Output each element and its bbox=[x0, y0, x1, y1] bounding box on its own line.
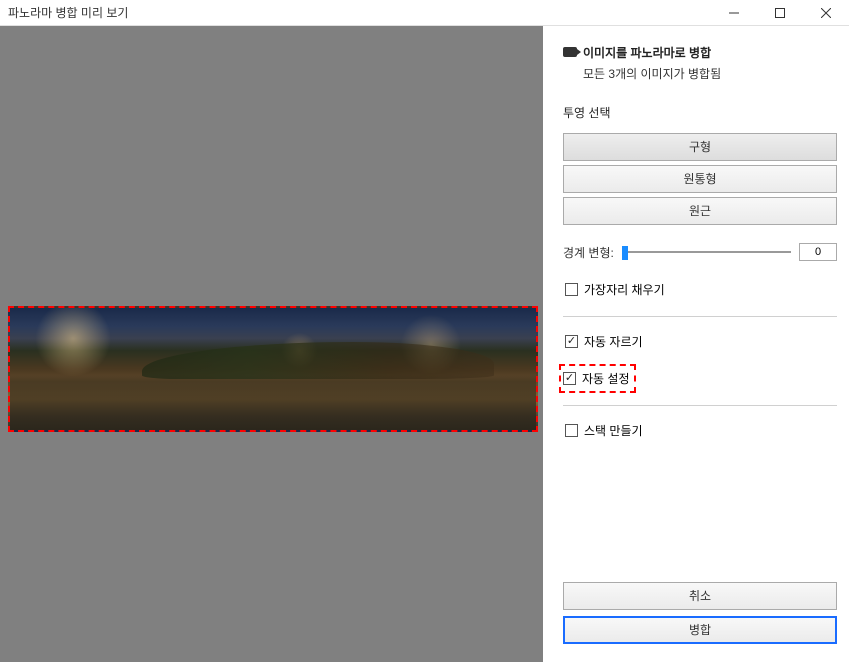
side-panel: 이미지를 파노라마로 병합 모든 3개의 이미지가 병합됨 투영 선택 구형 원… bbox=[543, 26, 849, 662]
projection-buttons: 구형 원통형 원근 bbox=[563, 133, 837, 225]
window-controls bbox=[711, 0, 849, 26]
create-stack-checkbox[interactable] bbox=[565, 424, 578, 437]
auto-settings-checkbox[interactable] bbox=[563, 372, 576, 385]
titlebar: 파노라마 병합 미리 보기 bbox=[0, 0, 849, 26]
divider-2 bbox=[563, 405, 837, 406]
fill-edges-row[interactable]: 가장자리 채우기 bbox=[563, 279, 837, 300]
fill-edges-checkbox[interactable] bbox=[565, 283, 578, 296]
projection-label: 투영 선택 bbox=[563, 104, 837, 121]
projection-perspective-button[interactable]: 원근 bbox=[563, 197, 837, 225]
auto-settings-label: 자동 설정 bbox=[582, 370, 630, 387]
auto-crop-label: 자동 자르기 bbox=[584, 333, 643, 350]
maximize-icon bbox=[775, 8, 785, 18]
panel-header: 이미지를 파노라마로 병합 bbox=[563, 44, 837, 61]
slider-thumb[interactable] bbox=[622, 246, 628, 260]
auto-crop-row[interactable]: 자동 자르기 bbox=[563, 331, 837, 352]
merge-button[interactable]: 병합 bbox=[563, 616, 837, 644]
main-content: 이미지를 파노라마로 병합 모든 3개의 이미지가 병합됨 투영 선택 구형 원… bbox=[0, 26, 849, 662]
window-title: 파노라마 병합 미리 보기 bbox=[8, 4, 128, 21]
auto-crop-checkbox[interactable] bbox=[565, 335, 578, 348]
boundary-warp-label: 경계 변형: bbox=[563, 244, 614, 261]
boundary-warp-row: 경계 변형: 0 bbox=[563, 243, 837, 261]
create-stack-row[interactable]: 스택 만들기 bbox=[563, 420, 837, 441]
preview-area bbox=[0, 26, 543, 662]
boundary-warp-value[interactable]: 0 bbox=[799, 243, 837, 261]
projection-spherical-button[interactable]: 구형 bbox=[563, 133, 837, 161]
panorama-preview-image bbox=[8, 306, 538, 432]
divider bbox=[563, 316, 837, 317]
create-stack-label: 스택 만들기 bbox=[584, 422, 643, 439]
panel-subtitle: 모든 3개의 이미지가 병합됨 bbox=[583, 65, 837, 82]
boundary-warp-slider[interactable] bbox=[622, 251, 791, 253]
close-icon bbox=[821, 8, 831, 18]
cancel-button[interactable]: 취소 bbox=[563, 582, 837, 610]
auto-settings-row[interactable]: 자동 설정 bbox=[559, 364, 636, 393]
maximize-button[interactable] bbox=[757, 0, 803, 26]
fill-edges-label: 가장자리 채우기 bbox=[584, 281, 665, 298]
close-button[interactable] bbox=[803, 0, 849, 26]
minimize-icon bbox=[729, 8, 739, 18]
projection-cylindrical-button[interactable]: 원통형 bbox=[563, 165, 837, 193]
panorama-icon bbox=[563, 47, 577, 57]
minimize-button[interactable] bbox=[711, 0, 757, 26]
panel-title: 이미지를 파노라마로 병합 bbox=[583, 44, 711, 61]
